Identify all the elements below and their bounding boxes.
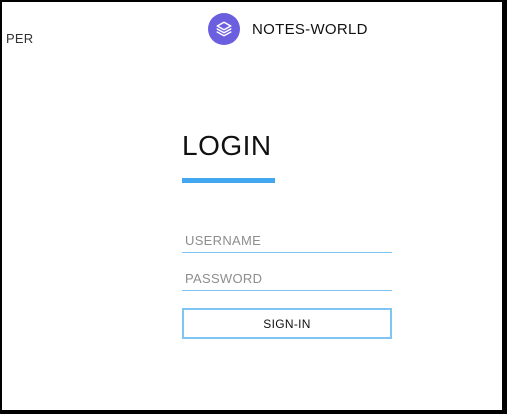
layers-icon <box>208 13 240 45</box>
title-underline <box>182 178 275 183</box>
password-input[interactable] <box>182 267 392 291</box>
login-title: LOGIN <box>182 130 272 161</box>
brand: NOTES-WORLD <box>208 12 368 46</box>
brand-name: NOTES-WORLD <box>252 20 368 38</box>
username-input[interactable] <box>182 229 392 253</box>
sign-in-button[interactable]: SIGN-IN <box>182 308 392 339</box>
app-frame: PER NOTES-WORLD LOGIN SIGN-IN <box>0 0 507 414</box>
truncated-header-text: PER <box>6 31 34 46</box>
